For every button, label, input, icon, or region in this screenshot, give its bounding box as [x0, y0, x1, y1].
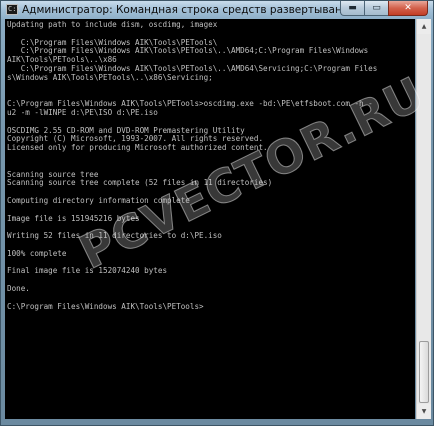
- console-line: OSCDIMG 2.55 CD-ROM and DVD-ROM Premaste…: [7, 125, 245, 135]
- console-output-area[interactable]: Updating path to include dism, oscdimg, …: [5, 19, 415, 419]
- console-line: Copyright (C) Microsoft, 1993-2007. All …: [7, 134, 264, 144]
- console-line: C:\Program Files\Windows AIK\Tools\PEToo…: [7, 301, 204, 311]
- console-line: C:\Program Files\Windows AIK\Tools\PEToo…: [7, 46, 369, 56]
- vertical-scrollbar[interactable]: ▲ ▼: [416, 19, 431, 419]
- console-line: C:\Program Files\Windows AIK\Tools\PEToo…: [7, 99, 373, 109]
- console-line: Scanning source tree: [7, 169, 99, 179]
- scroll-up-arrow-icon[interactable]: ▲: [417, 19, 431, 34]
- console-line: C:\Program Files\Windows AIK\Tools\PEToo…: [7, 37, 218, 47]
- console-line: Updating path to include dism, oscdimg, …: [7, 20, 218, 29]
- console-line: Licensed only for producing Microsoft au…: [7, 143, 268, 153]
- console-line: Computing directory information complete: [7, 195, 190, 205]
- maximize-button[interactable]: ▭: [364, 1, 388, 16]
- console-line: s\Windows AIK\Tools\PETools\..\x86\Servi…: [7, 72, 213, 82]
- command-prompt-window: C:\ Администратор: Командная строка сред…: [0, 0, 434, 426]
- console-line: C:\Program Files\Windows AIK\Tools\PEToo…: [7, 63, 378, 73]
- console-line: Done.: [7, 283, 30, 293]
- scroll-down-arrow-icon[interactable]: ▼: [417, 404, 431, 419]
- caption-buttons: ▬ ▭ ✕: [340, 1, 428, 16]
- console-line: Scanning source tree complete (52 files …: [7, 178, 273, 188]
- console-line: AIK\Tools\PETools\..\x86: [7, 55, 117, 65]
- console-text: Updating path to include dism, oscdimg, …: [5, 19, 415, 311]
- console-line: u2 -m -lWINPE d:\PE\ISO d:\PE.iso: [7, 107, 158, 117]
- close-button[interactable]: ✕: [388, 1, 428, 16]
- scrollbar-thumb[interactable]: [419, 341, 429, 403]
- console-line: Image file is 151945216 bytes: [7, 213, 140, 223]
- console-line: Writing 52 files in 11 directories to d:…: [7, 231, 222, 241]
- window-title: Администратор: Командная строка средств …: [22, 4, 355, 16]
- console-app-icon[interactable]: C:\: [6, 4, 21, 15]
- console-line: Final image file is 152074240 bytes: [7, 266, 168, 276]
- title-bar[interactable]: C:\ Администратор: Командная строка сред…: [1, 1, 433, 19]
- console-line: 100% complete: [7, 248, 67, 258]
- minimize-button[interactable]: ▬: [340, 1, 364, 16]
